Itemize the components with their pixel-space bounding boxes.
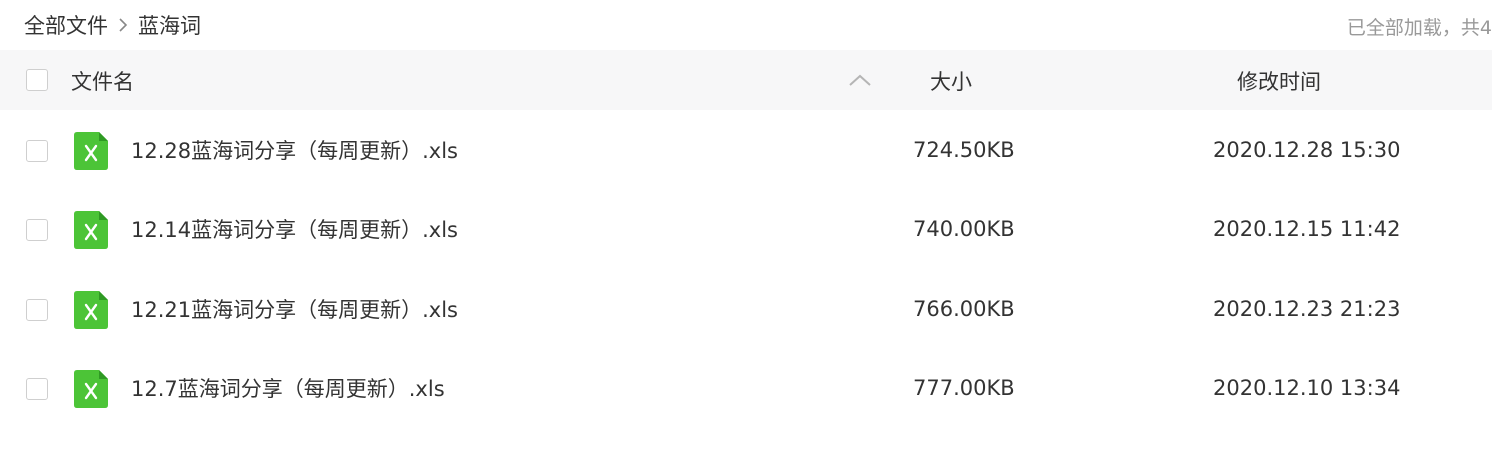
column-header-size[interactable]: 大小: [930, 66, 972, 96]
file-modified-time: 2020.12.28 15:30: [1213, 138, 1401, 162]
file-row[interactable]: 12.7蓝海词分享（每周更新）.xls 777.00KB 2020.12.10 …: [0, 349, 1492, 429]
select-all-checkbox[interactable]: [26, 69, 48, 91]
file-name[interactable]: 12.21蓝海词分享（每周更新）.xls: [131, 294, 458, 324]
breadcrumb-current: 蓝海词: [138, 14, 201, 38]
breadcrumb-root-link[interactable]: 全部文件: [24, 10, 108, 40]
excel-file-icon: [74, 291, 108, 329]
row-checkbox[interactable]: [26, 378, 48, 400]
file-row[interactable]: 12.14蓝海词分享（每周更新）.xls 740.00KB 2020.12.15…: [0, 190, 1492, 270]
row-checkbox[interactable]: [26, 299, 48, 321]
chevron-right-icon: [119, 18, 128, 32]
file-size: 724.50KB: [913, 138, 1015, 162]
file-size: 777.00KB: [913, 376, 1015, 400]
excel-file-icon: [74, 132, 108, 170]
file-modified-time: 2020.12.23 21:23: [1213, 297, 1401, 321]
column-header-name[interactable]: 文件名: [71, 66, 134, 96]
file-name[interactable]: 12.28蓝海词分享（每周更新）.xls: [131, 135, 458, 165]
column-header-modified[interactable]: 修改时间: [1237, 66, 1321, 96]
file-modified-time: 2020.12.10 13:34: [1213, 376, 1401, 400]
breadcrumb: 全部文件 蓝海词: [24, 11, 201, 39]
file-name[interactable]: 12.14蓝海词分享（每周更新）.xls: [131, 214, 458, 244]
row-checkbox[interactable]: [26, 219, 48, 241]
excel-file-icon: [74, 211, 108, 249]
top-bar: 全部文件 蓝海词 已全部加载，共4: [0, 0, 1492, 50]
file-list-header: 文件名 大小 修改时间: [0, 50, 1492, 110]
file-row[interactable]: 12.28蓝海词分享（每周更新）.xls 724.50KB 2020.12.28…: [0, 111, 1492, 191]
file-size: 766.00KB: [913, 297, 1015, 321]
excel-file-icon: [74, 370, 108, 408]
file-row[interactable]: 12.21蓝海词分享（每周更新）.xls 766.00KB 2020.12.23…: [0, 270, 1492, 350]
sort-ascending-icon[interactable]: [847, 68, 873, 92]
file-size: 740.00KB: [913, 217, 1015, 241]
row-checkbox[interactable]: [26, 140, 48, 162]
file-modified-time: 2020.12.15 11:42: [1213, 217, 1401, 241]
load-status-text: 已全部加载，共4: [1346, 17, 1492, 39]
file-name[interactable]: 12.7蓝海词分享（每周更新）.xls: [131, 373, 445, 403]
